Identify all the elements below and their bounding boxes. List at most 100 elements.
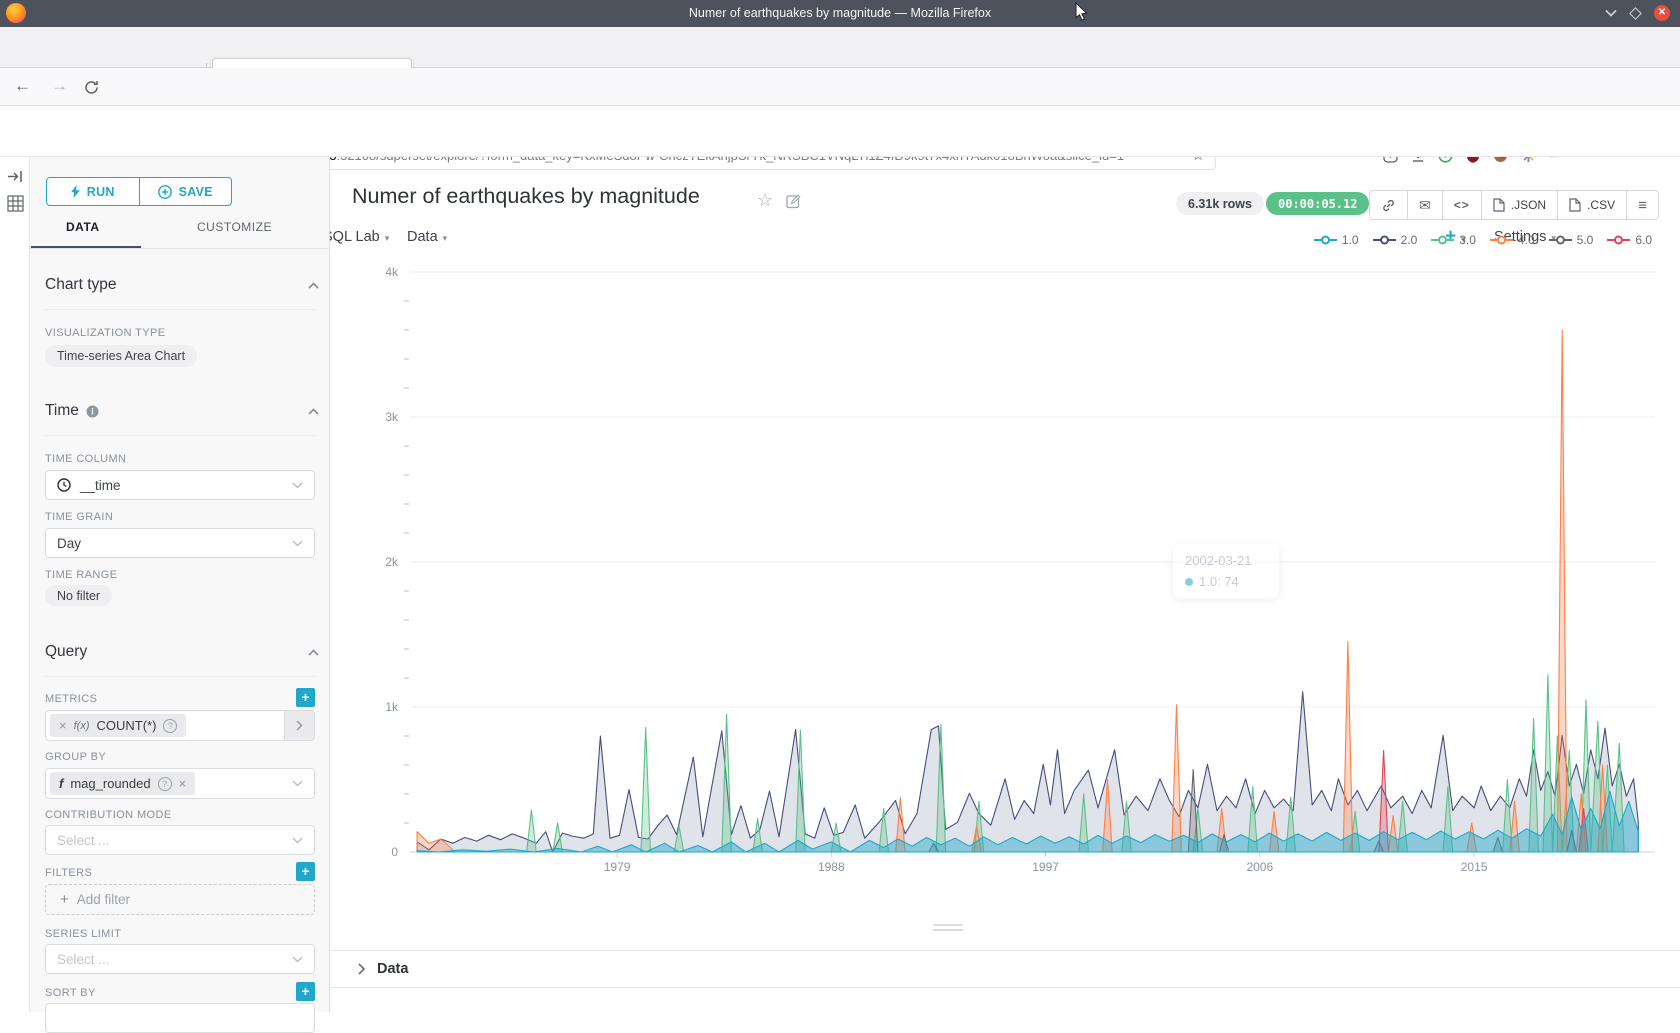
add-metric-button[interactable]: + xyxy=(296,688,315,707)
chevron-right-icon xyxy=(358,963,366,975)
svg-text:1997: 1997 xyxy=(1032,860,1059,874)
window-menu-chevron-icon[interactable] xyxy=(1605,9,1617,17)
series-limit-select[interactable]: Select ... xyxy=(45,944,315,974)
dataset-grid-icon[interactable] xyxy=(7,195,24,212)
data-results-expander[interactable]: Data xyxy=(330,950,1680,988)
svg-text:1988: 1988 xyxy=(818,860,845,874)
mouse-cursor xyxy=(1075,2,1089,22)
row-count-badge: 6.31k rows xyxy=(1176,192,1264,215)
chart-tooltip: 2002-03-21 1.0: 74 xyxy=(1173,544,1279,598)
menu-icon: ≡ xyxy=(1638,197,1647,214)
plus-circle-icon xyxy=(158,185,172,199)
chevron-down-icon xyxy=(292,837,303,844)
svg-text:i: i xyxy=(91,406,94,416)
tab-customize[interactable]: CUSTOMIZE xyxy=(197,220,272,234)
back-icon[interactable]: ← xyxy=(14,76,31,96)
add-filter-plus-button[interactable]: + xyxy=(296,862,315,881)
chart-menu-button[interactable]: ≡ xyxy=(1627,191,1658,219)
chevron-down-icon xyxy=(292,780,303,787)
export-json-button[interactable]: .JSON xyxy=(1482,191,1558,219)
tab-data[interactable]: DATA xyxy=(66,220,100,234)
section-query[interactable]: Query xyxy=(45,643,87,661)
metric-pill[interactable]: × f(x) COUNT(*) ? xyxy=(50,714,186,737)
metric-control[interactable]: × f(x) COUNT(*) ? xyxy=(45,710,315,741)
time-grain-label: TIME GRAIN xyxy=(45,511,113,523)
groupby-control[interactable]: f mag_rounded ? × xyxy=(45,768,315,799)
svg-text:2k: 2k xyxy=(385,555,399,569)
svg-text:2006: 2006 xyxy=(1246,860,1273,874)
chevron-up-icon[interactable] xyxy=(308,649,319,656)
time-range-label: TIME RANGE xyxy=(45,569,117,581)
browser-tab-strip: Apache Druid × ∞ Numer of earthquakes by… xyxy=(0,27,1680,68)
window-maximize-icon[interactable] xyxy=(1629,7,1642,20)
panel-resize-handle[interactable] xyxy=(933,924,963,934)
export-toolbar: ✉ <> .JSON .CSV ≡ xyxy=(1369,190,1659,220)
contribution-label: CONTRIBUTION MODE xyxy=(45,809,172,821)
chevron-up-icon[interactable] xyxy=(308,282,319,289)
code-icon: <> xyxy=(1454,198,1470,212)
data-results-label: Data xyxy=(377,961,408,977)
chevron-up-icon[interactable] xyxy=(308,408,319,415)
groupby-label: GROUP BY xyxy=(45,751,106,763)
help-icon: ? xyxy=(163,719,177,733)
series-limit-label: SERIES LIMIT xyxy=(45,928,121,940)
save-button[interactable]: SAVE xyxy=(139,178,232,205)
export-csv-button[interactable]: .CSV xyxy=(1558,191,1627,219)
metrics-label: METRICS xyxy=(45,693,97,705)
chevron-down-icon xyxy=(292,956,303,963)
forward-icon[interactable]: → xyxy=(51,76,68,96)
metric-expand-caret[interactable] xyxy=(284,711,314,740)
window-title: Numer of earthquakes by magnitude — Mozi… xyxy=(0,6,1680,20)
tooltip-series-dot xyxy=(1185,578,1193,586)
file-icon xyxy=(1569,198,1581,212)
copy-link-button[interactable] xyxy=(1370,191,1408,219)
column-fn-icon: f xyxy=(59,776,63,791)
fx-icon: f(x) xyxy=(74,720,90,732)
svg-text:1979: 1979 xyxy=(604,860,631,874)
embed-code-button[interactable]: <> xyxy=(1443,191,1482,219)
section-chart-type[interactable]: Chart type xyxy=(45,276,117,294)
chart-title: Numer of earthquakes by magnitude xyxy=(352,184,700,209)
control-panel: RUN SAVE DATA CUSTOMIZE Chart type VISUA… xyxy=(30,157,330,1012)
link-icon xyxy=(1381,198,1396,213)
add-sort-button[interactable]: + xyxy=(296,982,315,1001)
sort-by-label: SORT BY xyxy=(45,987,96,999)
svg-text:2015: 2015 xyxy=(1461,860,1488,874)
timeseries-area-chart[interactable]: 01k2k3k4k19791988199720062015 xyxy=(340,230,1670,890)
window-titlebar: Numer of earthquakes by magnitude — Mozi… xyxy=(0,0,1680,27)
groupby-pill[interactable]: f mag_rounded ? × xyxy=(50,772,195,795)
time-range-value[interactable]: No filter xyxy=(45,585,112,606)
filters-label: FILTERS xyxy=(45,867,92,879)
chevron-right-icon xyxy=(296,720,303,731)
help-icon: ? xyxy=(158,777,172,791)
window-close-icon[interactable]: ✕ xyxy=(1654,5,1670,21)
chevron-down-icon xyxy=(292,540,303,547)
app-navbar: ∞ Superset Dashboards Charts SQL Lab▾ Da… xyxy=(0,106,1680,157)
edit-title-icon[interactable] xyxy=(786,193,802,209)
svg-text:0: 0 xyxy=(391,845,398,859)
run-button[interactable]: RUN xyxy=(47,178,139,205)
reload-icon[interactable] xyxy=(84,80,99,95)
add-filter-dropzone[interactable]: + Add filter xyxy=(45,884,315,915)
email-button[interactable]: ✉ xyxy=(1408,191,1443,219)
expand-dataset-panel-icon[interactable] xyxy=(7,169,24,184)
tooltip-date: 2002-03-21 xyxy=(1185,553,1267,568)
viz-type-label: VISUALIZATION TYPE xyxy=(45,327,166,339)
svg-text:3k: 3k xyxy=(385,410,399,424)
clock-icon xyxy=(57,478,71,492)
favorite-star-icon[interactable]: ☆ xyxy=(757,190,773,211)
envelope-icon: ✉ xyxy=(1419,197,1431,214)
remove-metric-icon[interactable]: × xyxy=(59,718,67,733)
plus-icon: + xyxy=(60,891,69,908)
bolt-icon xyxy=(71,185,80,198)
viz-type-value[interactable]: Time-series Area Chart xyxy=(45,345,197,367)
info-icon: i xyxy=(86,405,99,418)
section-time[interactable]: Time i xyxy=(45,402,99,420)
remove-groupby-icon[interactable]: × xyxy=(179,776,187,791)
time-column-select[interactable]: __time xyxy=(45,470,315,500)
file-icon xyxy=(1493,198,1505,212)
sort-by-select[interactable] xyxy=(45,1003,315,1033)
query-duration-badge: 00:00:05.12 xyxy=(1266,192,1369,215)
time-grain-select[interactable]: Day xyxy=(45,528,315,558)
contribution-select[interactable]: Select ... xyxy=(45,825,315,855)
